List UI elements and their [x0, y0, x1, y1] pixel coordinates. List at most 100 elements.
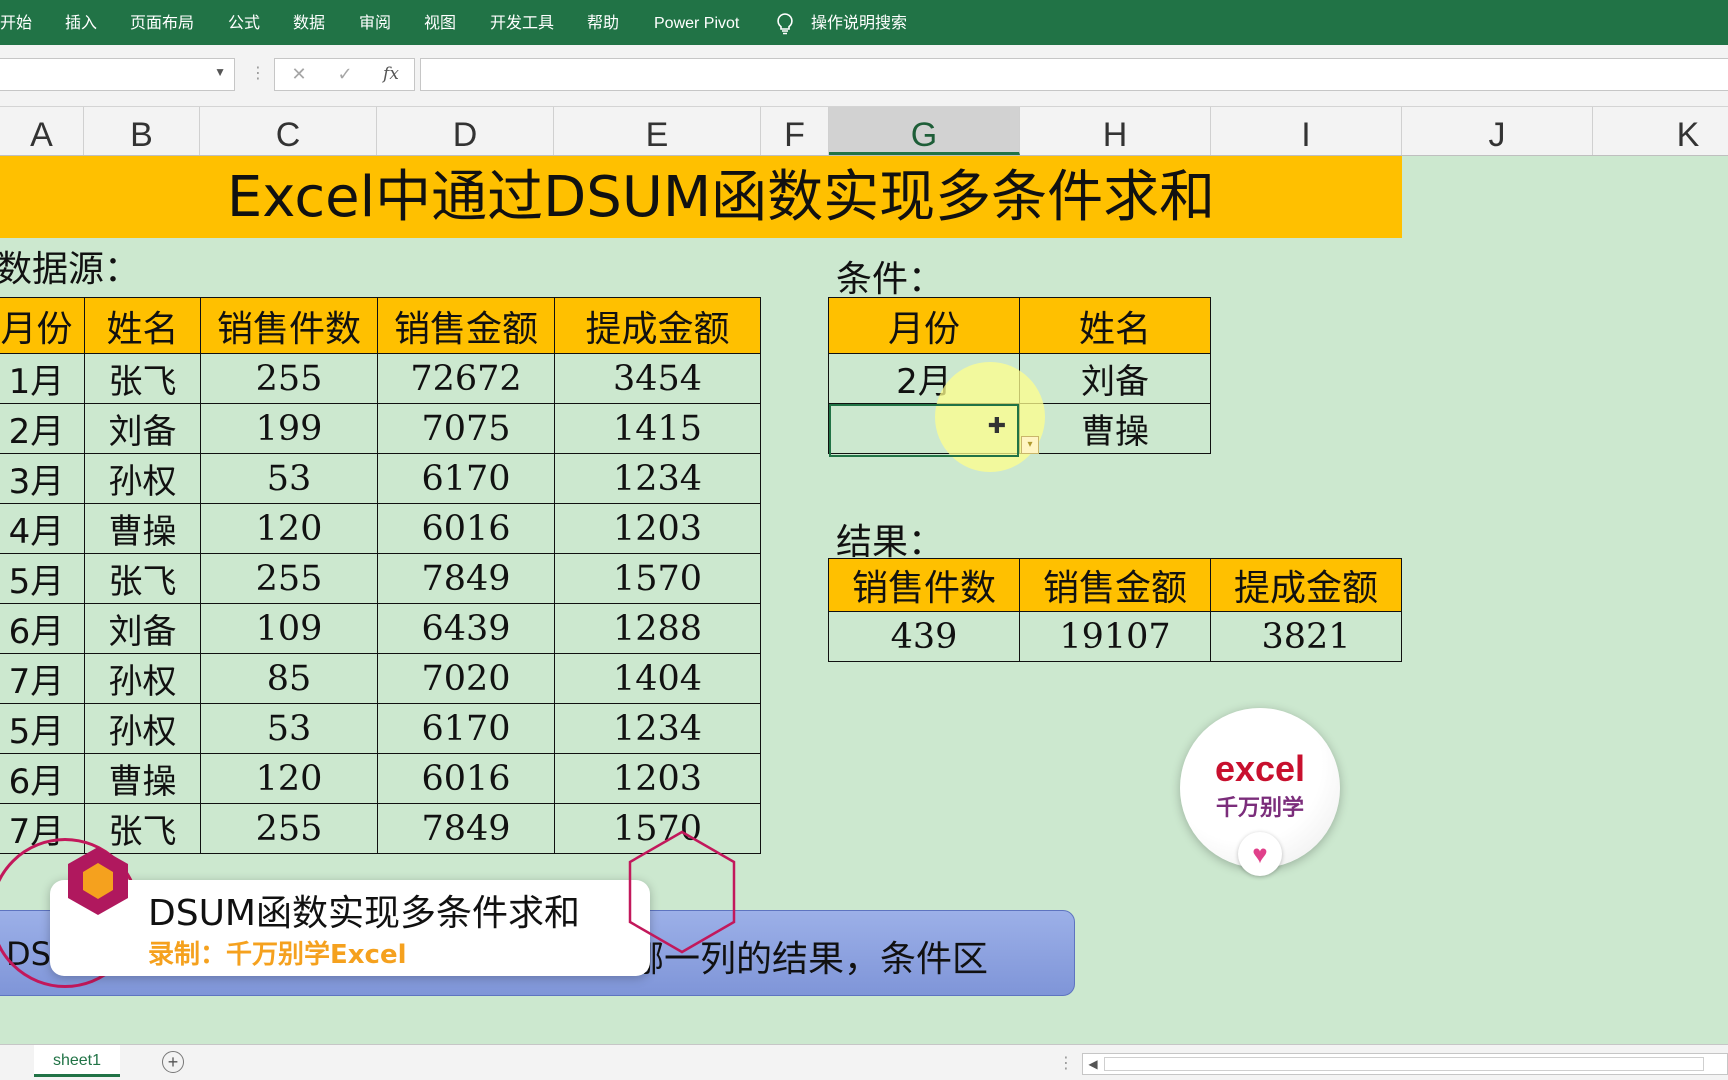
- cell-month[interactable]: 6月: [0, 753, 85, 804]
- result-header-commission[interactable]: 提成金额: [1210, 558, 1402, 612]
- cell-qty[interactable]: 85: [200, 653, 378, 704]
- sheet-title[interactable]: Excel中通过DSUM函数实现多条件求和: [0, 156, 1402, 238]
- condition-header-name[interactable]: 姓名: [1019, 297, 1211, 354]
- column-header-a[interactable]: A: [0, 107, 84, 155]
- source-header-commission[interactable]: 提成金额: [554, 297, 761, 354]
- cell-month[interactable]: 6月: [0, 603, 85, 654]
- cell-name[interactable]: 张飞: [84, 553, 201, 604]
- cell-amount[interactable]: 72672: [377, 353, 555, 404]
- result-amount[interactable]: 19107: [1019, 611, 1211, 662]
- tell-me-search[interactable]: 操作说明搜索: [811, 0, 907, 45]
- cell-amount[interactable]: 6170: [377, 703, 555, 754]
- cell-month[interactable]: 3月: [0, 453, 85, 504]
- cell-commission[interactable]: 1234: [554, 453, 761, 504]
- insert-function-icon[interactable]: fx: [375, 59, 407, 90]
- cell-qty[interactable]: 199: [200, 403, 378, 454]
- chevron-down-icon[interactable]: ▼: [214, 65, 226, 79]
- scrollbar-thumb[interactable]: [1104, 1057, 1704, 1071]
- lightbulb-icon[interactable]: [776, 0, 794, 45]
- condition-header-month[interactable]: 月份: [828, 297, 1020, 354]
- cell-month[interactable]: 5月: [0, 553, 85, 604]
- cell-name[interactable]: 曹操: [84, 753, 201, 804]
- drag-dots-icon[interactable]: ⋮: [250, 63, 266, 83]
- cell-commission[interactable]: 1288: [554, 603, 761, 654]
- cell-name[interactable]: 曹操: [84, 503, 201, 554]
- cell-name[interactable]: 孙权: [84, 703, 201, 754]
- menu-formulas[interactable]: 公式: [228, 0, 260, 45]
- cell-qty[interactable]: 255: [200, 803, 378, 854]
- cell-month[interactable]: 2月: [0, 403, 85, 454]
- column-header-k[interactable]: K: [1593, 107, 1728, 155]
- cell-qty[interactable]: 255: [200, 353, 378, 404]
- source-label[interactable]: 数据源：: [0, 240, 140, 292]
- splitter-dots-icon[interactable]: ⋮: [1058, 1053, 1074, 1073]
- source-header-qty[interactable]: 销售件数: [200, 297, 378, 354]
- cell-amount[interactable]: 6170: [377, 453, 555, 504]
- cell-commission[interactable]: 1203: [554, 503, 761, 554]
- source-header-amount[interactable]: 销售金额: [377, 297, 555, 354]
- column-header-d[interactable]: D: [377, 107, 554, 155]
- autofill-options-icon[interactable]: ▾: [1021, 436, 1039, 454]
- column-header-j[interactable]: J: [1402, 107, 1593, 155]
- cell-commission[interactable]: 3454: [554, 353, 761, 404]
- menu-view[interactable]: 视图: [424, 0, 456, 45]
- column-header-e[interactable]: E: [554, 107, 761, 155]
- cell-commission[interactable]: 1404: [554, 653, 761, 704]
- cell-commission[interactable]: 1415: [554, 403, 761, 454]
- cell-name[interactable]: 张飞: [84, 353, 201, 404]
- sheet-tab-sheet1[interactable]: sheet1: [34, 1045, 120, 1077]
- cell-qty[interactable]: 53: [200, 703, 378, 754]
- cell-qty[interactable]: 120: [200, 753, 378, 804]
- cell-month[interactable]: 7月: [0, 653, 85, 704]
- cell-amount[interactable]: 6016: [377, 753, 555, 804]
- column-header-h[interactable]: H: [1020, 107, 1211, 155]
- cell-qty[interactable]: 53: [200, 453, 378, 504]
- add-sheet-icon[interactable]: +: [162, 1051, 184, 1073]
- column-header-c[interactable]: C: [200, 107, 377, 155]
- cell-amount[interactable]: 7849: [377, 553, 555, 604]
- menu-home[interactable]: 开始: [0, 0, 32, 45]
- result-qty[interactable]: 439: [828, 611, 1020, 662]
- cell-qty[interactable]: 109: [200, 603, 378, 654]
- scroll-left-icon[interactable]: ◀: [1084, 1053, 1102, 1075]
- cancel-icon[interactable]: ✕: [283, 59, 315, 90]
- cell-name[interactable]: 刘备: [84, 603, 201, 654]
- cell-commission[interactable]: 1203: [554, 753, 761, 804]
- cell-amount[interactable]: 6016: [377, 503, 555, 554]
- cell-month[interactable]: 4月: [0, 503, 85, 554]
- column-header-f[interactable]: F: [761, 107, 829, 155]
- menu-help[interactable]: 帮助: [587, 0, 619, 45]
- enter-icon[interactable]: ✓: [329, 59, 361, 90]
- cell-amount[interactable]: 6439: [377, 603, 555, 654]
- condition-name-1[interactable]: 刘备: [1019, 353, 1211, 404]
- menu-page-layout[interactable]: 页面布局: [130, 0, 194, 45]
- column-header-i[interactable]: I: [1211, 107, 1402, 155]
- result-header-qty[interactable]: 销售件数: [828, 558, 1020, 612]
- cell-name[interactable]: 孙权: [84, 453, 201, 504]
- name-box[interactable]: ▼: [0, 58, 235, 91]
- column-header-g[interactable]: G: [829, 107, 1020, 155]
- menu-review[interactable]: 审阅: [359, 0, 391, 45]
- source-header-name[interactable]: 姓名: [84, 297, 201, 354]
- source-header-month[interactable]: 月份: [0, 297, 85, 354]
- cell-commission[interactable]: 1234: [554, 703, 761, 754]
- cell-amount[interactable]: 7849: [377, 803, 555, 854]
- formula-input[interactable]: [420, 58, 1728, 91]
- cell-month[interactable]: 1月: [0, 353, 85, 404]
- cell-amount[interactable]: 7075: [377, 403, 555, 454]
- cell-qty[interactable]: 120: [200, 503, 378, 554]
- cell-commission[interactable]: 1570: [554, 553, 761, 604]
- cell-amount[interactable]: 7020: [377, 653, 555, 704]
- cell-name[interactable]: 孙权: [84, 653, 201, 704]
- menu-data[interactable]: 数据: [293, 0, 325, 45]
- condition-label[interactable]: 条件：: [836, 250, 944, 302]
- menu-insert[interactable]: 插入: [65, 0, 97, 45]
- column-header-b[interactable]: B: [84, 107, 200, 155]
- menu-developer[interactable]: 开发工具: [490, 0, 554, 45]
- result-commission[interactable]: 3821: [1210, 611, 1402, 662]
- cell-name[interactable]: 刘备: [84, 403, 201, 454]
- result-header-amount[interactable]: 销售金额: [1019, 558, 1211, 612]
- cell-month[interactable]: 5月: [0, 703, 85, 754]
- cell-qty[interactable]: 255: [200, 553, 378, 604]
- condition-name-2[interactable]: 曹操: [1019, 403, 1211, 454]
